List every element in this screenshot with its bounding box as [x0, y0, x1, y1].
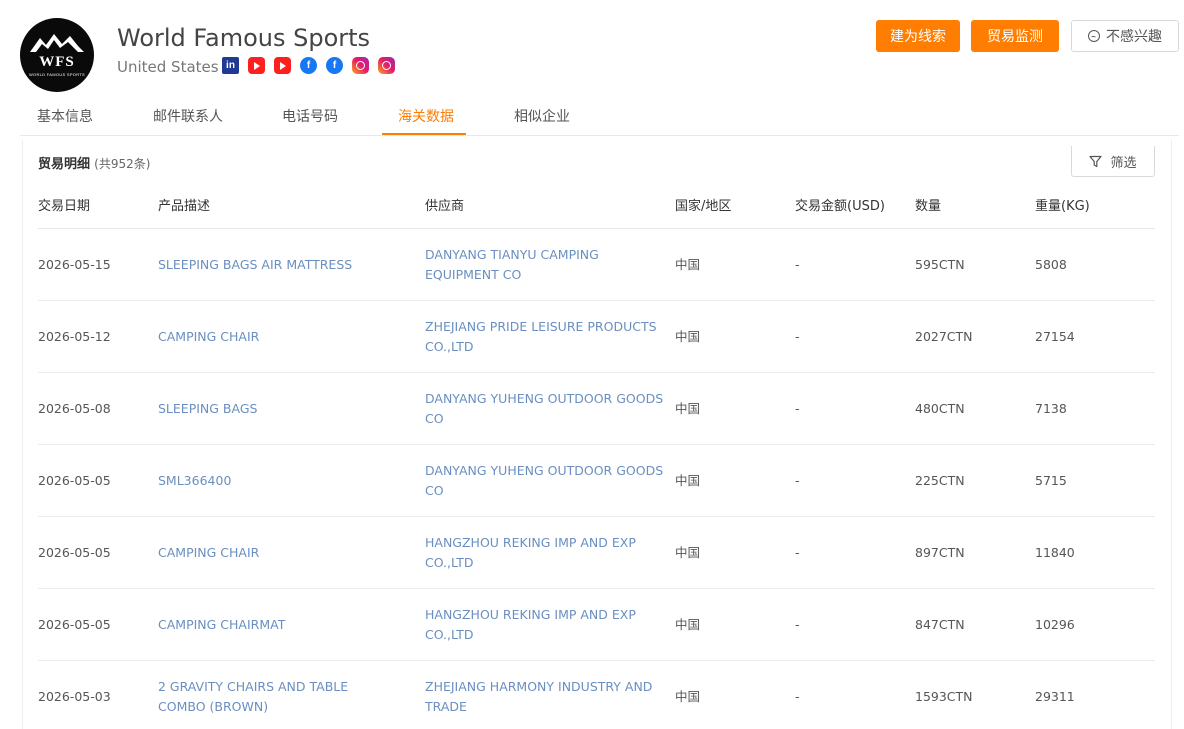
cell-amount: -	[795, 329, 800, 344]
table-row: 2026-05-12 CAMPING CHAIR ZHEJIANG PRIDE LE…	[38, 301, 1155, 373]
section-title: 贸易明细 (共952条)	[38, 153, 150, 172]
youtube-icon[interactable]	[274, 57, 291, 74]
record-count: (共952条)	[94, 157, 151, 171]
cell-date: 2026-05-08	[38, 401, 111, 416]
cell-product[interactable]: 2 GRAVITY CHAIRS AND TABLE COMBO (BROWN)	[158, 677, 398, 717]
cell-quantity: 595CTN	[915, 257, 965, 272]
cell-supplier[interactable]: HANGZHOU REKING IMP AND EXP CO.,LTD	[425, 533, 665, 573]
cell-supplier[interactable]: DANYANG YUHENG OUTDOOR GOODS CO	[425, 461, 665, 501]
col-header-country: 国家/地区	[675, 199, 732, 214]
cell-supplier[interactable]: ZHEJIANG PRIDE LEISURE PRODUCTS CO.,LTD	[425, 317, 665, 357]
tab-phone-numbers[interactable]: 电话号码	[282, 106, 338, 136]
cell-country: 中国	[675, 401, 701, 416]
active-tab-indicator	[382, 133, 466, 135]
cell-amount: -	[795, 401, 800, 416]
filter-button[interactable]: 筛选	[1071, 146, 1155, 177]
cell-date: 2026-05-05	[38, 545, 111, 560]
cell-quantity: 1593CTN	[915, 689, 973, 704]
not-interested-button[interactable]: 不感兴趣	[1071, 20, 1179, 52]
cell-weight: 27154	[1035, 329, 1075, 344]
cell-supplier[interactable]: ZHEJIANG HARMONY INDUSTRY AND TRADE	[425, 677, 665, 717]
cell-amount: -	[795, 473, 800, 488]
table-row: 2026-05-15 SLEEPING BAGS AIR MATTRESS DANY…	[38, 229, 1155, 301]
tab-bar: 基本信息 邮件联系人 电话号码 海关数据 相似企业	[20, 100, 1179, 136]
company-name: World Famous Sports	[117, 24, 371, 52]
col-header-amount: 交易金额(USD)	[795, 199, 885, 214]
cell-country: 中国	[675, 545, 701, 560]
table-row: 2026-05-05 SML366400 DANYANG YUHENG OUTDOO…	[38, 445, 1155, 517]
company-header: WFS WORLD FAMOUS SPORTS World Famous Spo…	[0, 0, 1184, 100]
tab-customs-data[interactable]: 海关数据	[398, 106, 454, 136]
cell-country: 中国	[675, 689, 701, 704]
social-links: in f f	[222, 57, 395, 74]
facebook-icon[interactable]: f	[326, 57, 343, 74]
cell-product[interactable]: CAMPING CHAIR	[158, 327, 398, 347]
instagram-icon[interactable]	[352, 57, 369, 74]
cell-supplier[interactable]: DANYANG YUHENG OUTDOOR GOODS CO	[425, 389, 665, 429]
filter-label: 筛选	[1110, 155, 1137, 171]
face-icon	[1088, 30, 1100, 42]
cell-amount: -	[795, 545, 800, 560]
col-header-weight: 重量(KG)	[1035, 199, 1090, 214]
table-row: 2026-05-08 SLEEPING BAGS DANYANG YUHENG OU…	[38, 373, 1155, 445]
cell-supplier[interactable]: DANYANG TIANYU CAMPING EQUIPMENT CO	[425, 245, 665, 285]
youtube-icon[interactable]	[248, 57, 265, 74]
company-country: United States	[117, 58, 219, 76]
cell-product[interactable]: SLEEPING BAGS	[158, 399, 398, 419]
cell-quantity: 897CTN	[915, 545, 965, 560]
company-logo: WFS WORLD FAMOUS SPORTS	[20, 18, 94, 92]
cell-date: 2026-05-05	[38, 617, 111, 632]
not-interested-label: 不感兴趣	[1106, 29, 1162, 45]
cell-quantity: 847CTN	[915, 617, 965, 632]
cell-weight: 5808	[1035, 257, 1067, 272]
cell-date: 2026-05-12	[38, 329, 111, 344]
create-lead-button[interactable]: 建为线索	[876, 20, 960, 52]
col-header-product: 产品描述	[158, 199, 211, 214]
tab-basic-info[interactable]: 基本信息	[37, 106, 93, 136]
facebook-icon[interactable]: f	[300, 57, 317, 74]
cell-country: 中国	[675, 473, 701, 488]
cell-weight: 29311	[1035, 689, 1075, 704]
col-header-quantity: 数量	[915, 199, 942, 214]
trade-monitor-button[interactable]: 贸易监测	[971, 20, 1059, 52]
col-header-date: 交易日期	[38, 199, 91, 214]
cell-weight: 5715	[1035, 473, 1067, 488]
cell-quantity: 225CTN	[915, 473, 965, 488]
cell-product[interactable]: SML366400	[158, 471, 398, 491]
tab-email-contacts[interactable]: 邮件联系人	[153, 106, 223, 136]
cell-amount: -	[795, 257, 800, 272]
cell-quantity: 480CTN	[915, 401, 965, 416]
cell-country: 中国	[675, 329, 701, 344]
cell-country: 中国	[675, 617, 701, 632]
cell-country: 中国	[675, 257, 701, 272]
table-row: 2026-05-03 2 GRAVITY CHAIRS AND TABLE COM…	[38, 661, 1155, 729]
tab-similar-companies[interactable]: 相似企业	[514, 106, 570, 136]
cell-weight: 7138	[1035, 401, 1067, 416]
linkedin-icon[interactable]: in	[222, 57, 239, 74]
cell-date: 2026-05-05	[38, 473, 111, 488]
cell-product[interactable]: CAMPING CHAIR	[158, 543, 398, 563]
cell-weight: 11840	[1035, 545, 1075, 560]
cell-product[interactable]: SLEEPING BAGS AIR MATTRESS	[158, 255, 398, 275]
cell-product[interactable]: CAMPING CHAIRMAT	[158, 615, 398, 635]
cell-amount: -	[795, 617, 800, 632]
filter-icon	[1089, 155, 1103, 167]
table-row: 2026-05-05 CAMPING CHAIR HANGZHOU REKING I…	[38, 517, 1155, 589]
cell-weight: 10296	[1035, 617, 1075, 632]
trade-detail-title: 贸易明细	[38, 157, 91, 172]
cell-date: 2026-05-15	[38, 257, 111, 272]
col-header-supplier: 供应商	[425, 199, 465, 214]
cell-amount: -	[795, 689, 800, 704]
table-row: 2026-05-05 CAMPING CHAIRMAT HANGZHOU REKIN…	[38, 589, 1155, 661]
cell-date: 2026-05-03	[38, 689, 111, 704]
instagram-icon[interactable]	[378, 57, 395, 74]
logo-text: WFS	[39, 54, 75, 70]
logo-subtext: WORLD FAMOUS SPORTS	[28, 72, 86, 77]
cell-quantity: 2027CTN	[915, 329, 973, 344]
cell-supplier[interactable]: HANGZHOU REKING IMP AND EXP CO.,LTD	[425, 605, 665, 645]
